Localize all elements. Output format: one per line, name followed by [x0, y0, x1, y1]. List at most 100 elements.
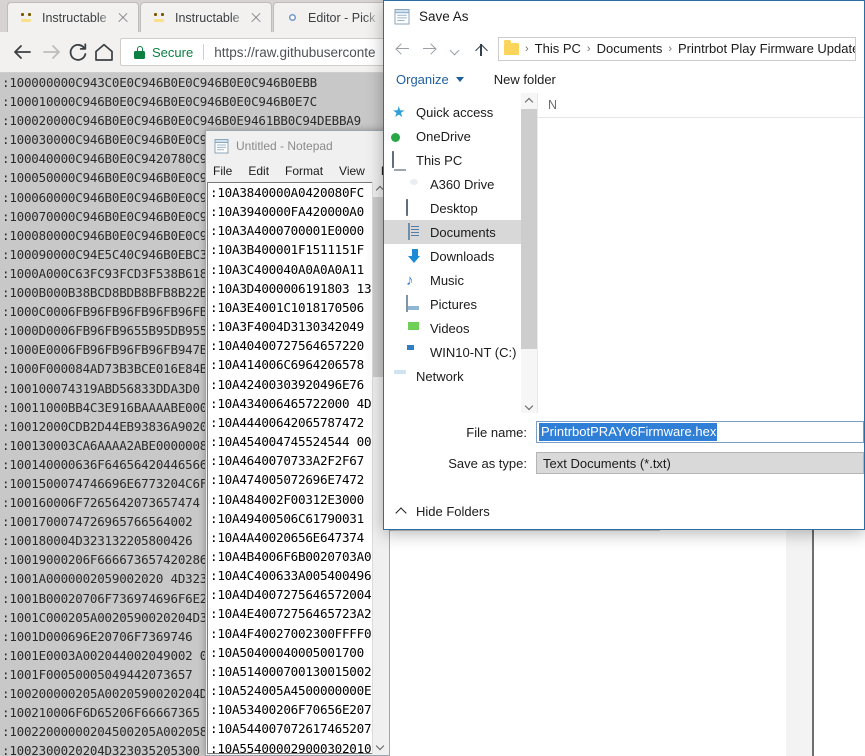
menu-view[interactable]: View	[339, 164, 365, 178]
scrollbar-thumb[interactable]	[521, 109, 537, 349]
notepad-window: Untitled - Notepad File Edit Format View…	[205, 130, 390, 756]
menu-format[interactable]: Format	[285, 164, 323, 178]
notepad-hex-line: :10A4D4007275646572004163746976652045787…	[210, 587, 387, 603]
notepad-hex-line: :10A484002F00312E3000	[210, 491, 364, 507]
recent-locations-icon[interactable]	[442, 36, 468, 62]
save-as-fields: File name: PrintrbotPRAYv6Firmware.hex S…	[384, 419, 864, 479]
organize-label: Organize	[396, 71, 449, 87]
notepad-hex-line: :10A454004745524544 00	[210, 434, 372, 450]
up-one-level-icon[interactable]	[468, 36, 494, 62]
page-right-white-strip	[660, 530, 865, 756]
column-header-name[interactable]: N	[548, 98, 557, 112]
notepad-hex-line: :10A5540000290003020100504944204175746F7…	[210, 740, 387, 754]
lock-icon	[134, 45, 145, 59]
save-as-main-panes: ★ Quick access OneDrive This PC A360 Dri…	[384, 93, 864, 413]
chevron-up-icon	[395, 506, 407, 519]
notepad-hex-line: :10A514000700130015002700280029002600585…	[210, 663, 387, 679]
menu-edit[interactable]: Edit	[248, 164, 269, 178]
notepad-icon	[394, 8, 410, 25]
notepad-hex-line: :10A3D4000006191803 13	[210, 280, 372, 296]
tree-item-documents[interactable]: Documents	[384, 220, 521, 244]
save-as-type-select[interactable]: Text Documents (*.txt)	[536, 452, 864, 474]
browser-tab-3-title: Editor - Pick	[308, 10, 376, 25]
notepad-hex-line: :10A4F40027002300FFFF020003002600FFFF0C0…	[210, 625, 387, 641]
notepad-hex-line: :10A4A40020656E647374	[210, 529, 364, 545]
scroll-down-icon[interactable]	[521, 397, 537, 413]
breadcrumb-documents[interactable]: Documents	[597, 41, 663, 56]
breadcrumb[interactable]: › This PC › Documents › Printrbot Play F…	[498, 36, 856, 61]
file-name-input[interactable]: PrintrbotPRAYv6Firmware.hex	[536, 421, 864, 443]
videos-icon	[406, 320, 423, 337]
scroll-up-icon[interactable]	[521, 93, 537, 109]
breadcrumb-this-pc[interactable]: This PC	[535, 41, 581, 56]
tree-item-music[interactable]: ♪ Music	[384, 268, 521, 292]
back-arrow-icon[interactable]	[10, 40, 34, 64]
local-disk-icon	[406, 344, 423, 361]
notepad-hex-line: :10A49400506C61790031	[210, 510, 364, 526]
tree-item-desktop[interactable]: Desktop	[384, 196, 521, 220]
navigation-tree: ★ Quick access OneDrive This PC A360 Dri…	[384, 93, 521, 413]
tree-item-videos[interactable]: Videos	[384, 316, 521, 340]
this-pc-icon	[392, 150, 409, 169]
save-as-titlebar[interactable]: Save As	[384, 1, 864, 32]
reload-icon[interactable]	[66, 40, 90, 64]
tree-item-network[interactable]: Network	[384, 364, 521, 388]
save-as-type-label: Save as type:	[448, 455, 527, 471]
tree-item-label: Music	[430, 272, 464, 288]
hide-folders-label: Hide Folders	[416, 503, 490, 519]
notepad-title: Untitled - Notepad	[236, 138, 333, 153]
notepad-hex-line: :10A3E4001C1018170506	[210, 299, 364, 315]
browser-tab-1[interactable]: Instructable	[8, 3, 138, 32]
music-icon: ♪	[406, 271, 414, 289]
notepad-titlebar[interactable]: Untitled - Notepad	[206, 131, 389, 160]
instructables-icon	[18, 9, 35, 26]
notepad-hex-line: :10A4640070733A2F2F67	[210, 453, 364, 469]
file-list-header: N	[538, 93, 864, 118]
tree-item-label: Pictures	[430, 296, 477, 312]
notepad-hex-line: :10A474005072696E7472	[210, 472, 364, 488]
navigation-tree-scrollbar[interactable]	[521, 93, 538, 413]
save-as-navigation-bar: › This PC › Documents › Printrbot Play F…	[384, 32, 864, 65]
caret-down-icon	[455, 76, 464, 82]
tree-item-label: Videos	[430, 320, 470, 336]
close-icon[interactable]	[114, 9, 132, 27]
breadcrumb-separator: ›	[668, 42, 672, 55]
home-icon[interactable]	[92, 40, 116, 64]
notepad-hex-line: :10A3C400040A0A0A0A11	[210, 261, 364, 277]
notepad-hex-line: :10A3A4000700001E0000	[210, 223, 364, 239]
browser-tab-2[interactable]: Instructable	[141, 3, 271, 32]
forward-arrow-icon[interactable]	[416, 36, 442, 62]
notepad-hex-line: :10A414006C6964206578	[210, 357, 364, 373]
breadcrumb-separator: ›	[586, 42, 591, 55]
notepad-hex-line: :10A4E40072756465723A2000000010000000100…	[210, 606, 387, 622]
back-arrow-icon[interactable]	[390, 36, 416, 62]
hide-folders-button[interactable]: Hide Folders	[384, 499, 490, 523]
page-edge-line	[812, 530, 814, 756]
breadcrumb-current-folder[interactable]: Printrbot Play Firmware Update	[678, 41, 855, 56]
save-as-dialog: Save As › This PC › Documents › Printrbo…	[383, 0, 865, 530]
breadcrumb-separator: ›	[525, 42, 529, 55]
file-name-label: File name:	[466, 424, 527, 440]
notepad-text-area[interactable]: :10A3840000A0420080FC :10A3940000FA420000…	[207, 182, 388, 754]
scroll-down-icon[interactable]	[373, 739, 388, 754]
tree-item-quick-access[interactable]: ★ Quick access	[384, 100, 521, 124]
save-as-command-bar: Organize New folder	[384, 65, 864, 94]
file-list-pane[interactable]: N	[538, 93, 864, 413]
notepad-hex-line: :10A3840000A0420080FC	[210, 185, 364, 200]
organize-button[interactable]: Organize	[396, 72, 464, 87]
tree-item-label: WIN10-NT (C:)	[430, 344, 517, 360]
notepad-menubar[interactable]: File Edit Format View H	[206, 160, 390, 181]
tree-item-a360-drive[interactable]: A360 Drive	[384, 172, 521, 196]
omnibox-divider	[203, 44, 205, 60]
tree-item-pictures[interactable]: Pictures	[384, 292, 521, 316]
menu-file[interactable]: File	[213, 164, 232, 178]
tree-item-this-pc[interactable]: This PC	[384, 148, 521, 172]
tree-item-onedrive[interactable]: OneDrive	[384, 124, 521, 148]
tree-item-downloads[interactable]: Downloads	[384, 244, 521, 268]
browser-tab-1-title: Instructable	[42, 10, 107, 25]
new-folder-button[interactable]: New folder	[494, 72, 556, 87]
file-name-row: File name: PrintrbotPRAYv6Firmware.hex	[384, 419, 864, 445]
close-icon[interactable]	[247, 9, 265, 27]
tree-item-win10-nt-c[interactable]: WIN10-NT (C:)	[384, 340, 521, 364]
notepad-hex-line: :10A3940000FA420000A0	[210, 204, 364, 220]
